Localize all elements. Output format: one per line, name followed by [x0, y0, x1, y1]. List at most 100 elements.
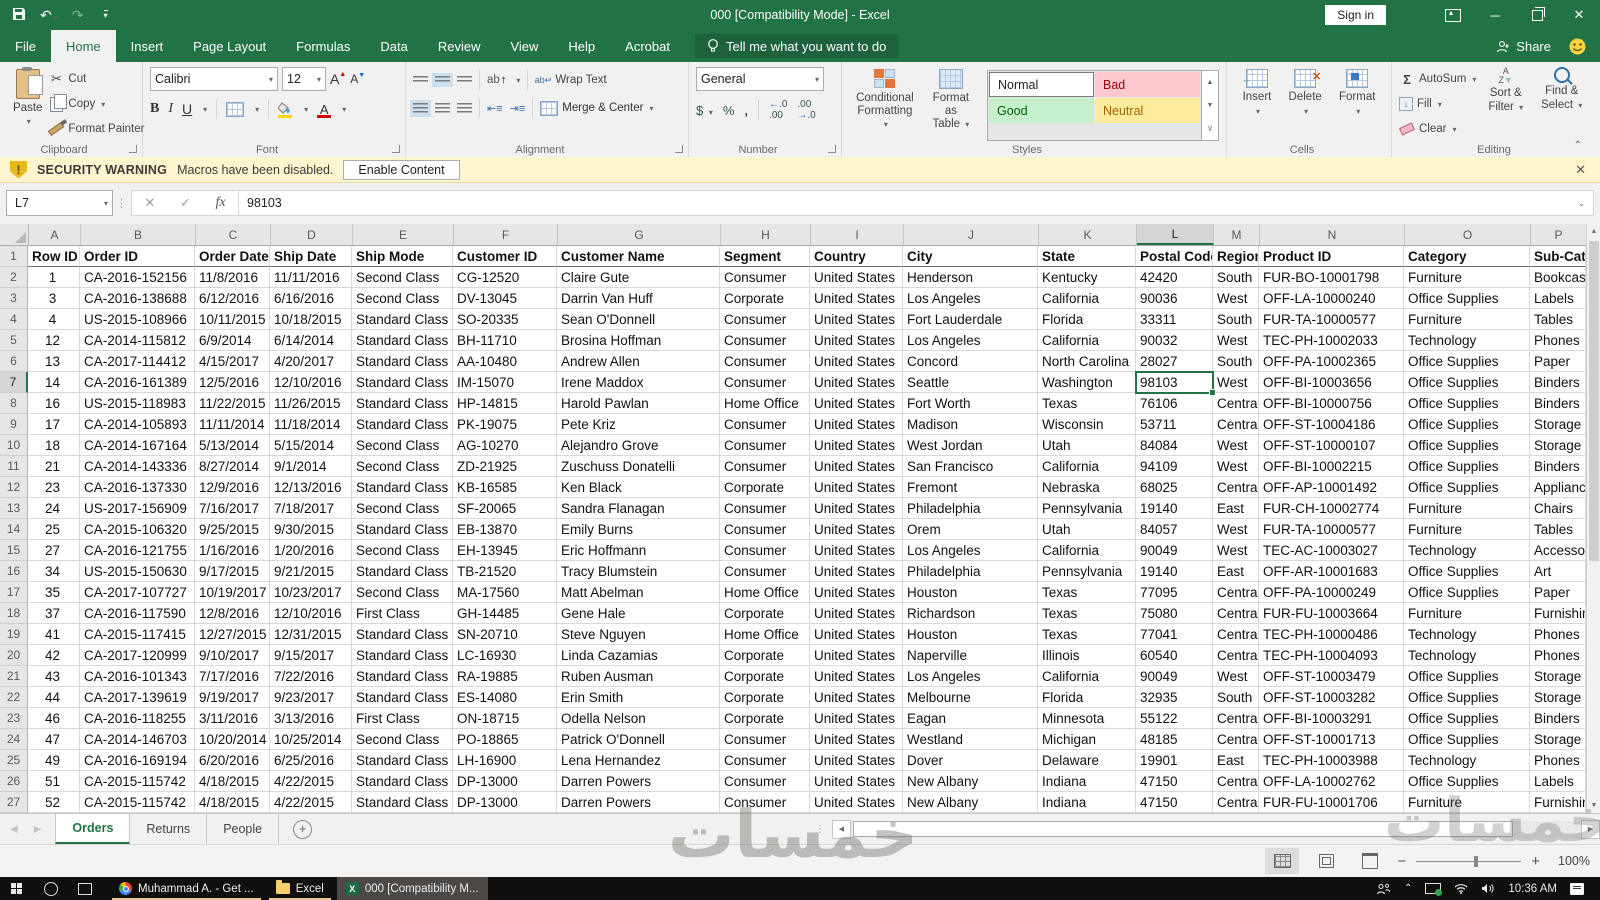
cell-A21[interactable]: 43 [28, 666, 80, 687]
cell-O27[interactable]: Furniture [1404, 792, 1530, 813]
cell-A2[interactable]: 1 [28, 267, 80, 288]
cell-I2[interactable]: United States [810, 267, 903, 288]
cell-N21[interactable]: OFF-ST-10003479 [1259, 666, 1404, 687]
cell-F8[interactable]: HP-14815 [453, 393, 557, 414]
cell-G18[interactable]: Gene Hale [557, 603, 720, 624]
cell-K23[interactable]: Minnesota [1038, 708, 1136, 729]
cell-A6[interactable]: 13 [28, 351, 80, 372]
cell-A13[interactable]: 24 [28, 498, 80, 519]
cell-C7[interactable]: 12/5/2016 [195, 372, 270, 393]
cell-L10[interactable]: 84084 [1136, 435, 1213, 456]
cell-B26[interactable]: CA-2015-115742 [80, 771, 195, 792]
cell-N1[interactable]: Product ID [1259, 246, 1404, 267]
cell-B17[interactable]: CA-2017-107727 [80, 582, 195, 603]
cell-M17[interactable]: Central [1213, 582, 1259, 603]
cell-O3[interactable]: Office Supplies [1404, 288, 1530, 309]
row-header-23[interactable]: 23 [0, 708, 28, 729]
formula-input[interactable]: 98103⌄ [239, 190, 1594, 216]
cell-B10[interactable]: CA-2014-167164 [80, 435, 195, 456]
page-layout-view-button[interactable] [1309, 848, 1343, 874]
cell-P18[interactable]: Furnishings [1530, 603, 1586, 624]
cell-G16[interactable]: Tracy Blumstein [557, 561, 720, 582]
cell-M21[interactable]: West [1213, 666, 1259, 687]
cell-D11[interactable]: 9/1/2014 [270, 456, 352, 477]
cell-B20[interactable]: CA-2017-120999 [80, 645, 195, 666]
row-header-27[interactable]: 27 [0, 792, 28, 813]
ribbon-tab-help[interactable]: Help [553, 30, 610, 62]
sort-filter-button[interactable]: AZ▼ Sort &Filter ▾ [1482, 67, 1529, 141]
save-icon[interactable] [12, 7, 26, 24]
cell-G1[interactable]: Customer Name [557, 246, 720, 267]
cell-L11[interactable]: 94109 [1136, 456, 1213, 477]
cell-K19[interactable]: Texas [1038, 624, 1136, 645]
cell-H19[interactable]: Home Office [720, 624, 810, 645]
cell-G15[interactable]: Eric Hoffmann [557, 540, 720, 561]
cell-M2[interactable]: South [1213, 267, 1259, 288]
column-header-M[interactable]: M [1214, 224, 1260, 245]
paste-button[interactable]: Paste▾ [7, 67, 48, 141]
ribbon-tab-data[interactable]: Data [365, 30, 422, 62]
cell-K26[interactable]: Indiana [1038, 771, 1136, 792]
cell-L3[interactable]: 90036 [1136, 288, 1213, 309]
cell-J19[interactable]: Houston [903, 624, 1038, 645]
cell-K16[interactable]: Pennsylvania [1038, 561, 1136, 582]
row-header-4[interactable]: 4 [0, 309, 28, 330]
cell-B18[interactable]: CA-2016-117590 [80, 603, 195, 624]
restore-button[interactable] [1516, 0, 1558, 30]
cell-J11[interactable]: San Francisco [903, 456, 1038, 477]
cell-K12[interactable]: Nebraska [1038, 477, 1136, 498]
cell-J6[interactable]: Concord [903, 351, 1038, 372]
row-header-17[interactable]: 17 [0, 582, 28, 603]
column-header-O[interactable]: O [1405, 224, 1531, 245]
column-header-C[interactable]: C [196, 224, 271, 245]
cell-G22[interactable]: Erin Smith [557, 687, 720, 708]
ribbon-tab-review[interactable]: Review [423, 30, 496, 62]
cell-D14[interactable]: 9/30/2015 [270, 519, 352, 540]
cell-B13[interactable]: US-2017-156909 [80, 498, 195, 519]
cell-N11[interactable]: OFF-BI-10002215 [1259, 456, 1404, 477]
cell-A25[interactable]: 49 [28, 750, 80, 771]
cell-P26[interactable]: Labels [1530, 771, 1586, 792]
cell-K15[interactable]: California [1038, 540, 1136, 561]
column-header-N[interactable]: N [1260, 224, 1405, 245]
cell-G10[interactable]: Alejandro Grove [557, 435, 720, 456]
sign-in-button[interactable]: Sign in [1325, 5, 1386, 25]
cell-F21[interactable]: RA-19885 [453, 666, 557, 687]
cell-B12[interactable]: CA-2016-137330 [80, 477, 195, 498]
start-button[interactable] [0, 877, 34, 900]
cell-J22[interactable]: Melbourne [903, 687, 1038, 708]
styles-scroll-up-icon[interactable]: ▲ [1202, 71, 1218, 94]
row-header-14[interactable]: 14 [0, 519, 28, 540]
cell-E10[interactable]: Second Class [352, 435, 453, 456]
cell-B1[interactable]: Order ID [80, 246, 195, 267]
cell-M23[interactable]: Central [1213, 708, 1259, 729]
cell-M4[interactable]: South [1213, 309, 1259, 330]
cell-J17[interactable]: Houston [903, 582, 1038, 603]
format-cells-button[interactable]: Format▾ [1333, 67, 1381, 141]
cell-N26[interactable]: OFF-LA-10002762 [1259, 771, 1404, 792]
cell-N3[interactable]: OFF-LA-10000240 [1259, 288, 1404, 309]
cell-J24[interactable]: Westland [903, 729, 1038, 750]
hscroll-left-icon[interactable]: ◀ [832, 820, 851, 839]
cell-M9[interactable]: Central [1213, 414, 1259, 435]
cell-A14[interactable]: 25 [28, 519, 80, 540]
cell-B7[interactable]: CA-2016-161389 [80, 372, 195, 393]
cell-F20[interactable]: LC-16930 [453, 645, 557, 666]
cell-I19[interactable]: United States [810, 624, 903, 645]
cell-H11[interactable]: Consumer [720, 456, 810, 477]
cell-O4[interactable]: Furniture [1404, 309, 1530, 330]
smiley-icon[interactable] [1569, 38, 1586, 55]
cell-F10[interactable]: AG-10270 [453, 435, 557, 456]
cell-C21[interactable]: 7/17/2016 [195, 666, 270, 687]
cell-N7[interactable]: OFF-BI-10003656 [1259, 372, 1404, 393]
cell-I21[interactable]: United States [810, 666, 903, 687]
sheet-tab-returns[interactable]: Returns [130, 814, 207, 844]
cell-F19[interactable]: SN-20710 [453, 624, 557, 645]
cell-I11[interactable]: United States [810, 456, 903, 477]
cell-I27[interactable]: United States [810, 792, 903, 813]
cell-A16[interactable]: 34 [28, 561, 80, 582]
cell-J27[interactable]: New Albany [903, 792, 1038, 813]
row-header-8[interactable]: 8 [0, 393, 28, 414]
cell-I13[interactable]: United States [810, 498, 903, 519]
cell-L14[interactable]: 84057 [1136, 519, 1213, 540]
